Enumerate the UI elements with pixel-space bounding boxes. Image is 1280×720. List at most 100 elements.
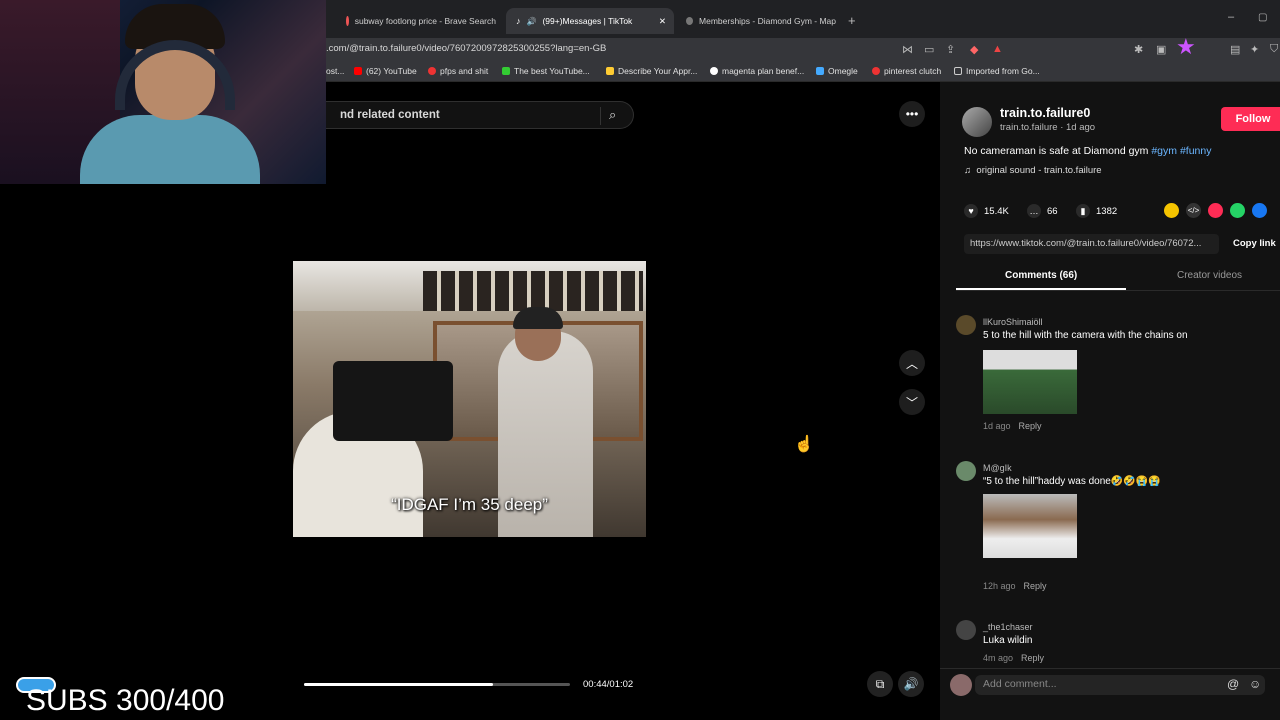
sound-link[interactable]: ♫ original sound - train.to.failure xyxy=(964,165,1102,176)
facebook-icon[interactable] xyxy=(1252,203,1267,218)
browser-tab-bar: subway footlong price - Brave Search ♪ 🔊… xyxy=(326,0,1280,38)
youtube-icon xyxy=(354,67,362,75)
google-icon xyxy=(710,67,718,75)
tab-comments[interactable]: Comments (66) xyxy=(1005,270,1077,281)
like-button[interactable]: ♥ 15.4K xyxy=(964,204,1009,218)
tab-diamond-gym[interactable]: Memberships - Diamond Gym - Map xyxy=(676,8,846,34)
comment-image[interactable] xyxy=(983,350,1077,414)
comment-meta: 4m ago Reply xyxy=(983,653,1045,663)
hashtag-gym[interactable]: #gym xyxy=(1151,145,1177,157)
whatsapp-icon[interactable] xyxy=(1230,203,1245,218)
chevron-down-icon[interactable]: ﹀ xyxy=(899,389,925,415)
share-icon[interactable]: ⇪ xyxy=(946,43,955,56)
cast-icon[interactable]: ▭ xyxy=(924,43,934,56)
subs-counter: SUBS 300/400 xyxy=(26,684,225,717)
search-input[interactable]: nd related content ⌕ xyxy=(326,101,634,129)
comment-button[interactable]: … 66 xyxy=(1027,204,1058,218)
ai-icon[interactable]: ✦ xyxy=(1250,43,1259,56)
comment-meta: 12h ago Reply xyxy=(983,581,1047,591)
follow-button[interactable]: Follow xyxy=(1221,107,1280,131)
tiktok-icon: ♪ xyxy=(516,16,521,26)
comment-username[interactable]: llKuroShimaiöll xyxy=(983,317,1043,327)
share-emoji-icon[interactable] xyxy=(1164,203,1179,218)
mouse-cursor-icon: ☝ xyxy=(794,436,814,453)
reply-button[interactable]: Reply xyxy=(1019,421,1042,431)
tab-creator-videos[interactable]: Creator videos xyxy=(1177,270,1242,281)
minimize-icon[interactable]: – xyxy=(1228,11,1234,23)
tab-tiktok[interactable]: ♪ 🔊 (99+)Messages | TikTok ✕ xyxy=(506,8,674,34)
comment-text: 5 to the hill with the camera with the c… xyxy=(983,330,1188,341)
music-note-icon: ♫ xyxy=(964,165,972,176)
author-subline: train.to.failure · 1d ago xyxy=(1000,122,1096,133)
star-logo-icon: ★ xyxy=(1176,34,1196,59)
bookmark-describe[interactable]: Describe Your Appr... xyxy=(606,66,697,76)
mention-icon[interactable]: @ xyxy=(1227,677,1239,691)
close-tab-icon[interactable]: ✕ xyxy=(659,16,666,27)
add-comment-input[interactable]: Add comment... xyxy=(975,675,1265,695)
comment-username[interactable]: M@gIk xyxy=(983,463,1012,473)
search-icon[interactable]: ⌕ xyxy=(609,107,616,123)
comment-username[interactable]: _the1chaser xyxy=(983,622,1033,632)
tab-brave-search[interactable]: subway footlong price - Brave Search xyxy=(336,8,506,34)
heart-icon: ♥ xyxy=(964,204,978,218)
bookmark-youtube[interactable]: (62) YouTube xyxy=(354,66,417,76)
author-avatar[interactable] xyxy=(962,107,992,137)
leaf-icon xyxy=(502,67,510,75)
shield-icon[interactable]: ⛉ xyxy=(1270,43,1278,56)
brave-icon xyxy=(346,16,349,26)
bookmark-magenta[interactable]: magenta plan benef... xyxy=(710,66,804,76)
video-time: 00:44/01:02 xyxy=(583,679,634,690)
extension-icon[interactable]: ▣ xyxy=(1156,43,1166,56)
avatar[interactable] xyxy=(956,620,976,640)
my-avatar xyxy=(950,674,972,696)
bookmark-0[interactable]: ost... xyxy=(326,66,344,76)
video-link-field[interactable]: https://www.tiktok.com/@train.to.failure… xyxy=(964,234,1219,254)
author-username[interactable]: train.to.failure0 xyxy=(1000,106,1090,120)
save-button[interactable]: ▮ 1382 xyxy=(1076,204,1117,218)
pinterest-icon xyxy=(428,67,436,75)
page-icon xyxy=(686,17,694,25)
active-tab-indicator xyxy=(956,288,1126,290)
omegle-icon xyxy=(816,67,824,75)
maximize-icon[interactable]: ▢ xyxy=(1258,12,1267,23)
video-progress-bar[interactable] xyxy=(304,683,570,686)
avatar[interactable] xyxy=(956,461,976,481)
comment-image[interactable] xyxy=(983,494,1077,558)
speaker-icon: 🔊 xyxy=(526,16,537,26)
rewards-icon[interactable]: ▲ xyxy=(992,43,1003,55)
emoji-icon[interactable]: ☺ xyxy=(1249,677,1261,691)
comment-meta: 1d ago Reply xyxy=(983,421,1042,431)
folder-icon xyxy=(954,67,962,75)
bookmarks-bar: ost... (62) YouTube pfps and shit The be… xyxy=(326,62,1280,82)
bookmark-omegle[interactable]: Omegle xyxy=(816,66,858,76)
video-description: No cameraman is safe at Diamond gym #gym… xyxy=(964,145,1212,157)
bookmark-best-youtube[interactable]: The best YouTube... xyxy=(502,66,590,76)
video-player[interactable]: “IDGAF I’m 35 deep” xyxy=(293,261,646,537)
bookmark-pfps[interactable]: pfps and shit xyxy=(428,66,488,76)
video-subtitle: “IDGAF I’m 35 deep” xyxy=(391,495,548,514)
comment-icon: … xyxy=(1027,204,1041,218)
avatar[interactable] xyxy=(956,315,976,335)
send-icon[interactable] xyxy=(1208,203,1223,218)
bookmark-pinterest[interactable]: pinterest clutch xyxy=(872,66,941,76)
chevron-up-icon[interactable]: ︿ xyxy=(899,350,925,376)
volume-icon[interactable]: 🔊 xyxy=(898,671,924,697)
reply-button[interactable]: Reply xyxy=(1024,581,1047,591)
address-bar[interactable]: .com/@train.to.failure0/video/7607200972… xyxy=(326,34,1280,62)
hashtag-funny[interactable]: #funny xyxy=(1180,145,1212,157)
new-tab-icon[interactable]: + xyxy=(848,13,856,28)
extensions-icon[interactable]: ✱ xyxy=(1134,43,1143,56)
bookmark-imported[interactable]: Imported from Go... xyxy=(954,66,1040,76)
reader-icon[interactable]: ⋈ xyxy=(902,43,913,56)
reply-button[interactable]: Reply xyxy=(1021,653,1044,663)
copy-link-button[interactable]: Copy link xyxy=(1233,238,1276,249)
more-options-button[interactable]: ••• xyxy=(899,101,925,127)
m-icon xyxy=(606,67,614,75)
pinterest-icon xyxy=(872,67,880,75)
embed-icon[interactable]: </> xyxy=(1186,203,1201,218)
comment-text: “5 to the hill”haddy was done🤣🤣😭😭 xyxy=(983,476,1161,487)
pip-icon[interactable]: ⧉ xyxy=(867,671,893,697)
wallet-icon[interactable]: ▤ xyxy=(1230,43,1240,56)
add-comment-bar: Add comment... @ ☺ xyxy=(940,668,1280,720)
brave-shield-icon[interactable]: ◆ xyxy=(970,43,978,56)
